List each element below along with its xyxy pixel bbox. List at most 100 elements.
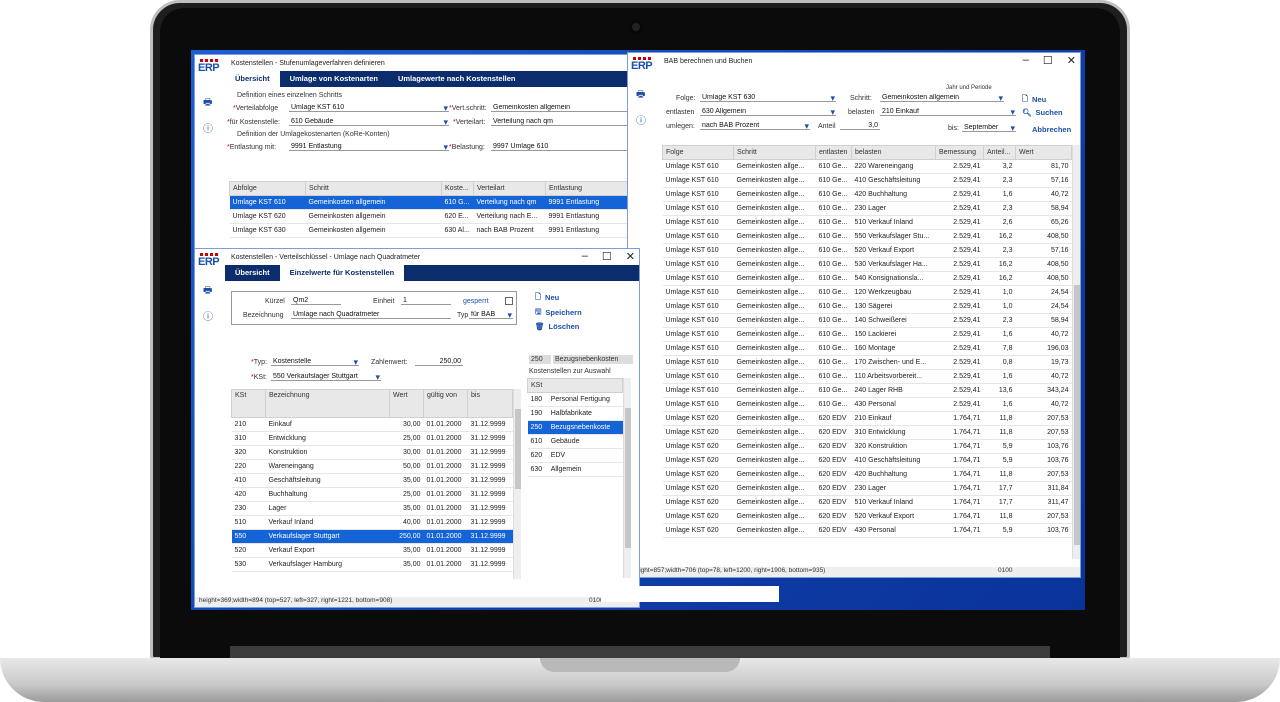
entlasten-select[interactable]: 630 Allgemein [700, 108, 836, 116]
suchen-button[interactable]: 🔍︎ Suchen [1022, 108, 1063, 117]
col-anteil[interactable]: Anteil... [983, 145, 1016, 160]
verteilart-field[interactable]: Verteilung nach qm [491, 118, 629, 126]
table-row[interactable]: 550 Verkaufslager Stuttgart 250,00 01.01.20… [231, 529, 513, 544]
close-icon[interactable]: ✕ [626, 250, 635, 263]
close-icon[interactable]: ✕ [1067, 54, 1076, 67]
col-kst[interactable]: KSt [527, 378, 623, 393]
table-row[interactable]: 420 Buchhaltung 25,00 01.01.2000 31.12.9999 [231, 487, 513, 502]
belastung-field[interactable]: 9997 Umlage 610 [491, 143, 629, 151]
einheit-field[interactable]: 1 [401, 297, 451, 305]
table-row[interactable]: Umlage KST 610 Gemeinkosten allge... 610 G… [662, 313, 1072, 328]
tab-umlage-kostenarten[interactable]: Umlage von Kostenarten [280, 71, 388, 87]
table-row[interactable]: 310 Entwicklung 25,00 01.01.2000 31.12.9999 [231, 431, 513, 446]
table-row[interactable]: Umlage KST 620 Gemeinkosten allge... 620 E… [662, 495, 1072, 510]
typ-select[interactable]: für BAB [469, 311, 513, 319]
table-row[interactable]: 220 Wareneingang 50,00 01.01.2000 31.12.9999 [231, 459, 513, 474]
table-row[interactable]: Umlage KST 610 Gemeinkosten allge... 610 G… [662, 397, 1072, 412]
table-row[interactable]: Umlage KST 610 Gemeinkosten allge... 610 G… [662, 355, 1072, 370]
table-row[interactable]: Umlage KST 620 Gemeinkosten allge... 620 E… [662, 523, 1072, 538]
col-kostenstelle[interactable]: Koste... [441, 181, 474, 196]
typ2-select[interactable]: Kostenstelle [271, 358, 359, 366]
table-row[interactable]: Umlage KST 610 Gemeinkosten allgemein 610 … [229, 195, 629, 210]
table-row[interactable]: 180 Personal Fertigung [527, 392, 623, 407]
table-row[interactable]: Umlage KST 630 Gemeinkosten allgemein 630 … [229, 223, 629, 238]
table-row[interactable]: Umlage KST 620 Gemeinkosten allge... 620 E… [662, 411, 1072, 426]
table-row[interactable]: Umlage KST 620 Gemeinkosten allge... 620 E… [662, 481, 1072, 496]
col-gueltig-von[interactable]: gültig von [423, 389, 468, 418]
table-row[interactable]: Umlage KST 610 Gemeinkosten allge... 610 G… [662, 383, 1072, 398]
table-row[interactable]: Umlage KST 610 Gemeinkosten allge... 610 G… [662, 369, 1072, 384]
table-row[interactable]: Umlage KST 620 Gemeinkosten allge... 620 E… [662, 453, 1072, 468]
folge-select[interactable]: Umlage KST 630 [700, 94, 836, 102]
anteil-field[interactable]: 3,0 [840, 122, 880, 130]
schritt-select[interactable]: Gemeinkosten allgemein [880, 94, 1004, 102]
table-row[interactable]: Umlage KST 610 Gemeinkosten allge... 610 G… [662, 341, 1072, 356]
neu-button[interactable]: 🗋 Neu [1022, 93, 1046, 106]
kuerzel-field[interactable]: Qm2 [291, 297, 341, 305]
abbrechen-button[interactable]: Abbrechen [1032, 125, 1071, 134]
col-schritt[interactable]: Schritt [733, 145, 816, 160]
col-bemessung[interactable]: Bemessung [935, 145, 984, 160]
vertical-scrollbar[interactable] [1072, 145, 1080, 559]
col-bis[interactable]: bis [467, 389, 513, 418]
table-row[interactable]: Umlage KST 620 Gemeinkosten allge... 620 E… [662, 467, 1072, 482]
col-folge[interactable]: Folge [662, 145, 734, 160]
table-row[interactable]: 620 EDV [527, 448, 623, 463]
table-row[interactable]: 320 Konstruktion 30,00 01.01.2000 31.12.9999 [231, 445, 513, 460]
col-belasten[interactable]: belasten [851, 145, 936, 160]
tab-uebersicht[interactable]: Übersicht [225, 265, 280, 281]
col-entlastung[interactable]: Entlastung [545, 181, 629, 196]
table-row[interactable]: Umlage KST 610 Gemeinkosten allge... 610 G… [662, 271, 1072, 286]
col-bezeichnung[interactable]: Bezeichnung [265, 389, 390, 418]
table-row[interactable]: 520 Verkauf Export 35,00 01.01.2000 31.12.99… [231, 543, 513, 558]
table-row[interactable]: 610 Gebäude [527, 434, 623, 449]
table-row[interactable]: 510 Verkauf Inland 40,00 01.01.2000 31.12.99… [231, 515, 513, 530]
vertschritt-field[interactable]: Gemeinkosten allgemein [491, 104, 629, 112]
table-row[interactable]: Umlage KST 610 Gemeinkosten allge... 610 G… [662, 327, 1072, 342]
fuerkst-select[interactable]: 610 Gebäude [289, 118, 449, 126]
minimize-icon[interactable]: – [582, 250, 588, 263]
col-verteilart[interactable]: Verteilart [473, 181, 546, 196]
col-abfolge[interactable]: Abfolge [229, 181, 306, 196]
table-row[interactable]: Umlage KST 610 Gemeinkosten allge... 610 G… [662, 215, 1072, 230]
table-row[interactable]: Umlage KST 610 Gemeinkosten allge... 610 G… [662, 285, 1072, 300]
maximize-icon[interactable]: ☐ [602, 250, 612, 263]
loeschen-button[interactable]: 🗑 Löschen [535, 322, 579, 331]
table-row[interactable]: Umlage KST 610 Gemeinkosten allge... 610 G… [662, 243, 1072, 258]
table-row[interactable]: Umlage KST 610 Gemeinkosten allge... 610 G… [662, 257, 1072, 272]
table-row[interactable]: Umlage KST 620 Gemeinkosten allge... 620 E… [662, 509, 1072, 524]
tab-umlagewerte[interactable]: Umlagewerte nach Kostenstellen [388, 71, 526, 87]
maximize-icon[interactable]: ☐ [1043, 54, 1053, 67]
col-schritt[interactable]: Schritt [305, 181, 442, 196]
tab-uebersicht[interactable]: Übersicht [225, 71, 280, 87]
table-row[interactable]: Umlage KST 610 Gemeinkosten allge... 610 G… [662, 173, 1072, 188]
table-row[interactable]: Umlage KST 620 Gemeinkosten allge... 620 E… [662, 439, 1072, 454]
gesperrt-checkbox[interactable] [505, 297, 513, 305]
verteilabfolge-select[interactable]: Umlage KST 610 [289, 104, 449, 112]
table-row[interactable]: Umlage KST 610 Gemeinkosten allge... 610 G… [662, 299, 1072, 314]
help-icon[interactable]: ⓘ [636, 112, 646, 127]
print-icon[interactable]: 🖶 [203, 95, 213, 112]
vertical-scrollbar[interactable] [513, 389, 521, 579]
neu-button[interactable]: 🗋 Neu [535, 291, 559, 304]
print-icon[interactable]: 🖶 [636, 87, 646, 104]
table-row[interactable]: 250 Bezugsnebenkoste [527, 420, 623, 435]
bis-select[interactable]: September [962, 124, 1016, 132]
table-row[interactable]: Umlage KST 620 Gemeinkosten allge... 620 E… [662, 425, 1072, 440]
tab-einzelwerte[interactable]: Einzelwerte für Kostenstellen [279, 265, 405, 281]
table-row[interactable]: Umlage KST 610 Gemeinkosten allge... 610 G… [662, 229, 1072, 244]
kst-select[interactable]: 550 Verkaufslager Stuttgart [271, 373, 381, 381]
table-row[interactable]: 530 Verkaufslager Hamburg 35,00 01.01.2000 3… [231, 557, 513, 572]
col-entlasten[interactable]: entlasten [815, 145, 852, 160]
table-row[interactable]: Umlage KST 610 Gemeinkosten allge... 610 G… [662, 187, 1072, 202]
zahlenwert-field[interactable]: 250,00 [415, 358, 463, 366]
table-row[interactable]: 230 Lager 35,00 01.01.2000 31.12.9999 [231, 501, 513, 516]
table-row[interactable]: Umlage KST 610 Gemeinkosten allge... 610 G… [662, 201, 1072, 216]
table-row[interactable]: 410 Geschäftsleitung 35,00 01.01.2000 31.12.… [231, 473, 513, 488]
table-row[interactable]: 630 Allgemein [527, 462, 623, 477]
minimize-icon[interactable]: – [1023, 54, 1029, 67]
col-wert[interactable]: Wert [389, 389, 424, 418]
table-row[interactable]: 190 Halbfabrikate [527, 406, 623, 421]
belasten-select[interactable]: 210 Einkauf [880, 108, 1016, 116]
table-row[interactable]: 210 Einkauf 30,00 01.01.2000 31.12.9999 [231, 417, 513, 432]
